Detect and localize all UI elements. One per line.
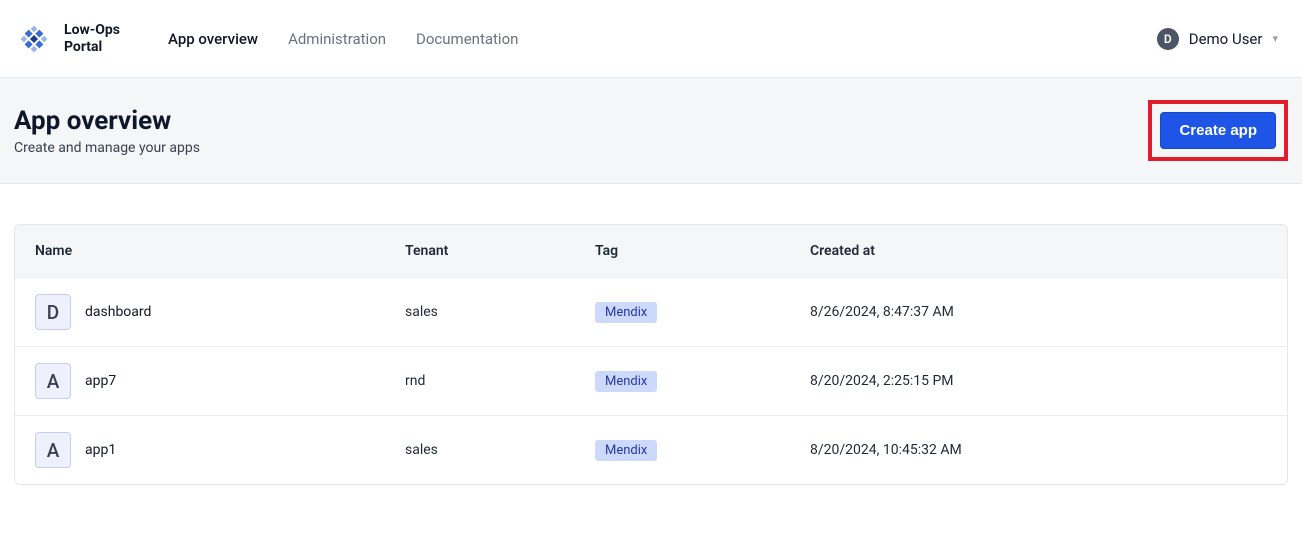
- row-name: app7: [85, 373, 116, 389]
- highlight-annotation: Create app: [1148, 100, 1288, 161]
- row-created: 8/20/2024, 10:45:32 AM: [810, 442, 1267, 458]
- table-row[interactable]: A app1 sales Mendix 8/20/2024, 10:45:32 …: [15, 415, 1287, 484]
- nav-documentation[interactable]: Documentation: [416, 30, 518, 48]
- row-name: dashboard: [85, 304, 151, 320]
- page-header: App overview Create and manage your apps…: [0, 78, 1302, 184]
- row-tag-cell: Mendix: [595, 302, 810, 323]
- col-created[interactable]: Created at: [810, 243, 1267, 259]
- page-subtitle: Create and manage your apps: [14, 140, 200, 156]
- table-header: Name Tenant Tag Created at: [15, 225, 1287, 277]
- tag-badge: Mendix: [595, 440, 657, 461]
- tag-badge: Mendix: [595, 302, 657, 323]
- name-cell: A app1: [35, 432, 405, 468]
- table-row[interactable]: A app7 rnd Mendix 8/20/2024, 2:25:15 PM: [15, 346, 1287, 415]
- topbar-left: Low-Ops Portal App overview Administrati…: [14, 19, 518, 59]
- brand-line2: Portal: [64, 39, 120, 55]
- row-avatar: D: [35, 294, 71, 330]
- row-avatar: A: [35, 363, 71, 399]
- row-name: app1: [85, 442, 116, 458]
- create-app-button[interactable]: Create app: [1160, 112, 1276, 149]
- nav-administration[interactable]: Administration: [288, 30, 386, 48]
- brand[interactable]: Low-Ops Portal: [14, 19, 120, 59]
- row-avatar: A: [35, 432, 71, 468]
- page-title: App overview: [14, 106, 200, 136]
- row-tenant: rnd: [405, 373, 595, 389]
- tag-badge: Mendix: [595, 371, 657, 392]
- brand-text: Low-Ops Portal: [64, 22, 120, 54]
- brand-logo-icon: [14, 19, 54, 59]
- chevron-down-icon: ▾: [1272, 32, 1278, 45]
- table-wrap: Name Tenant Tag Created at D dashboard s…: [0, 184, 1302, 485]
- name-cell: D dashboard: [35, 294, 405, 330]
- user-name: Demo User: [1189, 30, 1263, 48]
- row-tag-cell: Mendix: [595, 440, 810, 461]
- row-created: 8/26/2024, 8:47:37 AM: [810, 304, 1267, 320]
- col-name[interactable]: Name: [35, 243, 405, 259]
- brand-line1: Low-Ops: [64, 22, 120, 38]
- col-tag[interactable]: Tag: [595, 243, 810, 259]
- apps-table: Name Tenant Tag Created at D dashboard s…: [14, 224, 1288, 485]
- row-tag-cell: Mendix: [595, 371, 810, 392]
- row-tenant: sales: [405, 304, 595, 320]
- topbar: Low-Ops Portal App overview Administrati…: [0, 0, 1302, 78]
- row-created: 8/20/2024, 2:25:15 PM: [810, 373, 1267, 389]
- nav-app-overview[interactable]: App overview: [168, 30, 258, 48]
- table-row[interactable]: D dashboard sales Mendix 8/26/2024, 8:47…: [15, 277, 1287, 346]
- col-tenant[interactable]: Tenant: [405, 243, 595, 259]
- main-nav: App overview Administration Documentatio…: [168, 30, 518, 48]
- page-header-text: App overview Create and manage your apps: [14, 106, 200, 156]
- user-menu[interactable]: D Demo User ▾: [1157, 28, 1278, 50]
- name-cell: A app7: [35, 363, 405, 399]
- avatar: D: [1157, 28, 1179, 50]
- row-tenant: sales: [405, 442, 595, 458]
